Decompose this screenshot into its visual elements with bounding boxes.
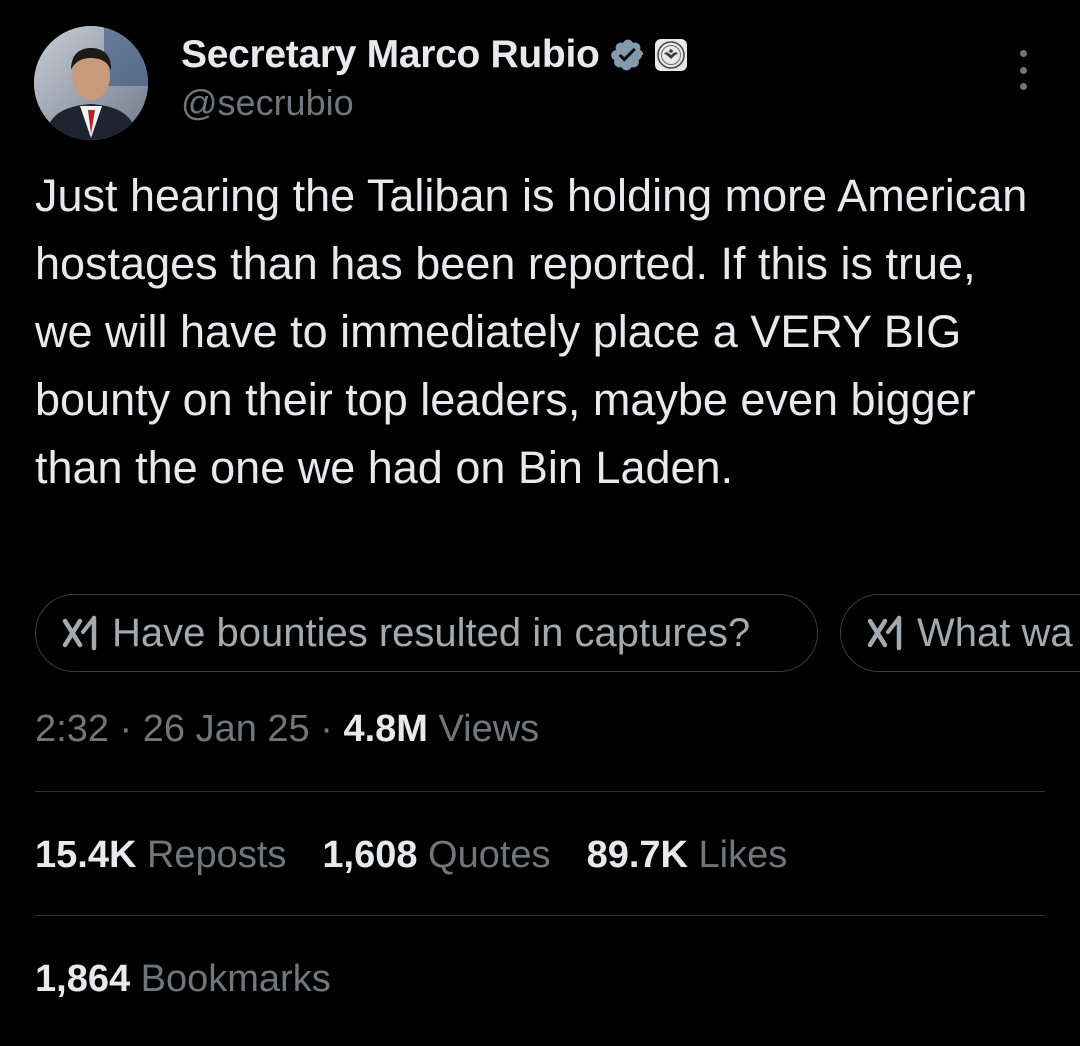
- views-count: 4.8M: [343, 708, 428, 750]
- quotes-stat[interactable]: 1,608 Quotes: [322, 834, 550, 877]
- reposts-label: Reposts: [146, 834, 287, 876]
- profile-photo-icon: [34, 26, 148, 140]
- likes-stat[interactable]: 89.7K Likes: [587, 834, 788, 877]
- state-department-seal-icon[interactable]: [654, 38, 688, 72]
- tweet-text: Just hearing the Taliban is holding more…: [35, 170, 1028, 493]
- author-handle[interactable]: @secrubio: [181, 82, 354, 124]
- bookmarks-label: Bookmarks: [140, 958, 331, 1000]
- reposts-stat[interactable]: 15.4K Reposts: [35, 834, 286, 877]
- meta-separator: ·: [108, 708, 143, 750]
- quotes-label: Quotes: [428, 834, 551, 876]
- tweet-time[interactable]: 2:32: [35, 708, 109, 750]
- author-name-row: Secretary Marco Rubio: [181, 30, 688, 80]
- grok-prompt-button[interactable]: What wa: [840, 594, 1080, 672]
- bookmarks-stat[interactable]: 1,864 Bookmarks: [35, 958, 331, 1001]
- more-options-button[interactable]: [1005, 50, 1041, 90]
- tweet-detail: Secretary Marco Rubio @secrubio Just hea…: [0, 0, 1080, 1046]
- grok-prompt-label: What wa: [917, 610, 1073, 655]
- more-dot-icon: [1019, 83, 1027, 90]
- grok-prompt-label: Have bounties resulted in captures?: [112, 610, 751, 655]
- author-display-name[interactable]: Secretary Marco Rubio: [181, 33, 600, 77]
- grok-icon: [865, 615, 907, 651]
- divider: [35, 915, 1045, 916]
- divider: [35, 791, 1045, 792]
- tweet-date[interactable]: 26 Jan 25: [143, 708, 310, 750]
- grok-prompt-button[interactable]: Have bounties resulted in captures?: [35, 594, 818, 672]
- meta-separator: ·: [309, 708, 344, 750]
- tweet-meta: 2:32 · 26 Jan 25 · 4.8M Views: [35, 708, 539, 751]
- reposts-count: 15.4K: [35, 834, 137, 876]
- quotes-count: 1,608: [322, 834, 418, 876]
- more-dot-icon: [1019, 50, 1027, 57]
- engagement-stats: 15.4K Reposts 1,608 Quotes 89.7K Likes: [35, 834, 787, 877]
- avatar[interactable]: [34, 26, 148, 140]
- grok-icon: [60, 615, 102, 651]
- likes-count: 89.7K: [586, 834, 688, 876]
- verified-badge-icon[interactable]: [610, 37, 646, 73]
- more-dot-icon: [1019, 66, 1027, 74]
- views-label: Views: [438, 708, 540, 750]
- bookmarks-count: 1,864: [35, 958, 131, 1000]
- likes-label: Likes: [698, 834, 788, 876]
